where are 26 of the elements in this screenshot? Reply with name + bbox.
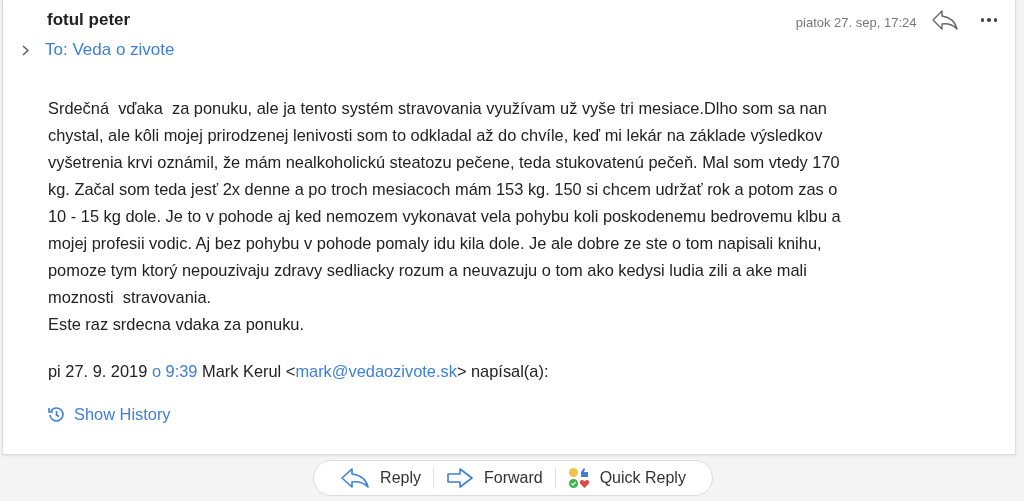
recipient-link[interactable]: To: Veda o zivote [45, 40, 175, 60]
message-text-line: vyšetrenia krvi oznámil, že mám nealkoholickú steatozu pečene, teda stukovatenú pečeň. Mal som vtedy 170 [48, 152, 840, 173]
history-icon [48, 406, 65, 423]
reply-button[interactable]: Reply [328, 461, 433, 495]
message-text-line: mojej profesii vodic. Aj bez pohybu v pohode pomaly idu kila dole. Je ale dobre ze ste o tom napisali knihu, [48, 233, 822, 254]
link[interactable]: o 9:39 [151, 362, 198, 380]
message-date: piatok 27. sep, 17:24 [795, 14, 917, 30]
emoji-reactions-icon [567, 467, 590, 489]
sender-name: fotul peter [47, 10, 132, 30]
reply-icon[interactable] [930, 10, 959, 30]
quick-reply-button[interactable]: Quick Reply [555, 461, 698, 495]
message-text-line: moznosti stravovania. [48, 287, 212, 308]
reply-icon [340, 467, 371, 489]
message-text-line: Srdečná vďaka za ponuku, ale ja tento systém stravovania využívam už vyše tri mesiace.Dlho som sa nan [48, 98, 827, 119]
message-text-line: pomoze tym ktorý nepouzivaju zdravy sedliacky rozum a neuvazuju o tom ako kedysi ludia zili a ake mali [48, 260, 807, 281]
message-text-line: kg. Začal som teda jesť 2x denne a po troch mesiacoch mám 153 kg. 150 si chcem udržať rok a potom zas o [48, 179, 838, 200]
message-text-line: 10 - 15 kg dole. Je to v pohode aj ked nemozem vykonavat vela pohybu koli poskodenemu bedrovemu klbu a [48, 206, 841, 227]
chevron-icon[interactable] [22, 44, 29, 56]
forward-icon [446, 468, 474, 488]
message-text-line: chystal, ale kôli mojej prirodzenej lenivosti som to odkladal až do chvíle, keď mi lekár na základe výsledkov [48, 125, 823, 146]
link[interactable]: mark@vedaozivote.sk [295, 362, 457, 380]
reply-attribution: pi 27. 9. 2019 o 9:39 Mark Kerul <mark@vedaozivote.sk> napísal(a): [47, 362, 549, 381]
more-icon[interactable] [980, 18, 997, 22]
forward-button[interactable]: Forward [434, 461, 555, 495]
message-text-line: Este raz srdecna vdaka za ponuku. [48, 314, 305, 335]
show-history-link[interactable]: Show History [48, 405, 171, 424]
